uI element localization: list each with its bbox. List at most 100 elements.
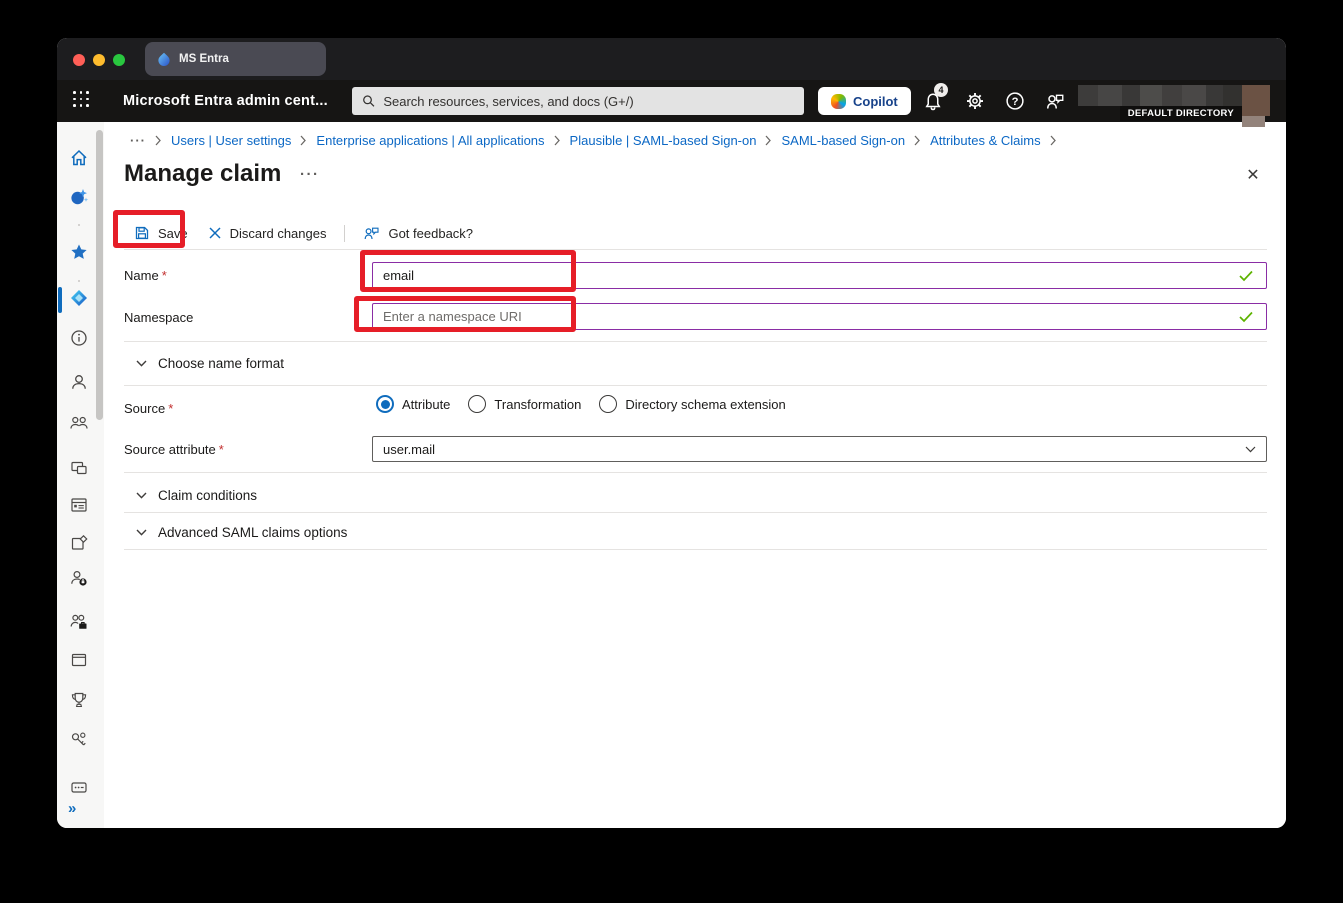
save-disk-icon xyxy=(134,225,150,241)
zoom-window-button[interactable] xyxy=(113,54,125,66)
devices-icon xyxy=(69,458,89,478)
app-title: Microsoft Entra admin cent... xyxy=(123,80,328,122)
advanced-saml-options-section[interactable]: Advanced SAML claims options xyxy=(136,520,347,544)
breadcrumb-item[interactable]: SAML-based Sign-on xyxy=(781,133,905,148)
divider xyxy=(124,249,1267,250)
radio-unselected-icon xyxy=(599,395,617,413)
macos-titlebar: MS Entra xyxy=(57,38,1286,80)
radio-transformation[interactable]: Transformation xyxy=(468,395,581,413)
sidebar-nav: » xyxy=(57,122,104,828)
discard-changes-button[interactable]: Discard changes xyxy=(198,220,337,246)
external-identities-icon xyxy=(69,612,89,632)
close-window-button[interactable] xyxy=(73,54,85,66)
divider xyxy=(124,512,1267,513)
namespace-input[interactable] xyxy=(372,303,1267,330)
section-label: Choose name format xyxy=(158,356,284,371)
sidebar-item-home[interactable] xyxy=(68,147,90,169)
chevron-down-icon xyxy=(136,492,147,499)
license-card-icon xyxy=(69,777,89,797)
feedback-person-icon xyxy=(363,225,380,241)
sidebar-item-licenses[interactable] xyxy=(68,776,90,798)
ms-entra-favicon-icon xyxy=(157,52,171,66)
divider xyxy=(124,341,1267,342)
save-button[interactable]: Save xyxy=(124,220,198,246)
global-search[interactable] xyxy=(352,87,804,115)
breadcrumb: ··· Users | User settings Enterprise app… xyxy=(130,133,1057,148)
sidebar-item-external-identities[interactable] xyxy=(68,611,90,633)
choose-name-format-section[interactable]: Choose name format xyxy=(136,351,284,375)
chevron-down-icon xyxy=(136,529,147,536)
tab-title: MS Entra xyxy=(179,53,229,65)
feedback-icon[interactable] xyxy=(1045,91,1065,111)
copilot-label: Copilot xyxy=(853,94,898,109)
directory-label: DEFAULT DIRECTORY xyxy=(1120,106,1242,121)
radio-attribute[interactable]: Attribute xyxy=(376,395,450,413)
sidebar-separator-dot xyxy=(78,280,80,282)
chevron-right-icon xyxy=(300,135,307,146)
breadcrumb-item[interactable]: Attributes & Claims xyxy=(930,133,1041,148)
breadcrumb-item[interactable]: Plausible | SAML-based Sign-on xyxy=(570,133,757,148)
home-icon xyxy=(69,148,89,168)
sidebar-scrollbar[interactable] xyxy=(96,130,103,420)
got-feedback-button[interactable]: Got feedback? xyxy=(353,220,483,246)
feedback-label: Got feedback? xyxy=(388,226,473,241)
search-icon xyxy=(362,94,375,108)
help-icon[interactable]: ? xyxy=(1005,91,1025,111)
radio-directory-schema-extension[interactable]: Directory schema extension xyxy=(599,395,785,413)
roles-admins-icon xyxy=(69,568,89,588)
section-label: Claim conditions xyxy=(158,488,257,503)
entra-id-icon xyxy=(69,288,89,308)
source-attribute-field-label: Source attribute* xyxy=(124,442,224,457)
sidebar-item-groups[interactable] xyxy=(68,412,90,434)
divider xyxy=(124,472,1267,473)
sidebar-expand-button[interactable]: » xyxy=(68,800,75,817)
minimize-window-button[interactable] xyxy=(93,54,105,66)
sidebar-item-overview[interactable] xyxy=(68,327,90,349)
sidebar-selected-indicator xyxy=(58,287,62,313)
toolbar-divider xyxy=(344,225,345,242)
chevron-down-icon xyxy=(1245,446,1256,453)
chevron-right-icon xyxy=(155,135,162,146)
source-attribute-dropdown[interactable]: user.mail xyxy=(372,436,1267,462)
sidebar-item-entra-id[interactable] xyxy=(68,287,90,309)
sidebar-item-favorites[interactable] xyxy=(68,241,90,263)
settings-gear-icon[interactable] xyxy=(965,91,985,111)
chevron-down-icon xyxy=(136,360,147,367)
waffle-menu-icon[interactable] xyxy=(73,91,93,111)
sidebar-item-devices[interactable] xyxy=(68,457,90,479)
breadcrumb-item[interactable]: Enterprise applications | All applicatio… xyxy=(316,133,544,148)
breadcrumb-item[interactable]: Users | User settings xyxy=(171,133,291,148)
sidebar-item-whats-new[interactable] xyxy=(68,186,90,208)
sidebar-item-users[interactable] xyxy=(68,371,90,393)
screen: MS Entra Microsoft Entra admin cent... C… xyxy=(0,0,1343,903)
search-input[interactable] xyxy=(383,94,794,109)
claim-conditions-section[interactable]: Claim conditions xyxy=(136,483,257,507)
discard-x-icon xyxy=(208,226,222,240)
source-radio-group: Attribute Transformation Directory schem… xyxy=(376,392,786,416)
sidebar-item-app-proxy[interactable] xyxy=(68,532,90,554)
browser-tab[interactable]: MS Entra xyxy=(145,42,326,76)
account-name-blurred xyxy=(1078,85,1243,106)
browser-window: MS Entra Microsoft Entra admin cent... C… xyxy=(57,38,1286,828)
notification-count-badge: 4 xyxy=(934,83,948,97)
name-input[interactable] xyxy=(372,262,1267,289)
valid-check-icon xyxy=(1239,311,1253,323)
valid-check-icon xyxy=(1239,270,1253,282)
breadcrumb-overflow[interactable]: ··· xyxy=(130,133,146,148)
sidebar-item-awards[interactable] xyxy=(68,689,90,711)
close-panel-icon[interactable]: ✕ xyxy=(1242,164,1264,186)
sidebar-item-billing[interactable] xyxy=(68,649,90,671)
copilot-button[interactable]: Copilot xyxy=(818,87,911,115)
namespace-field-label: Namespace xyxy=(124,310,193,325)
sidebar-item-identity-protection[interactable] xyxy=(68,729,90,751)
radio-selected-icon xyxy=(376,395,394,413)
sidebar-item-roles-admins[interactable] xyxy=(68,567,90,589)
avatar[interactable] xyxy=(1242,85,1270,116)
copilot-icon xyxy=(831,94,846,109)
title-more-button[interactable]: ··· xyxy=(300,166,320,183)
sidebar-item-applications[interactable] xyxy=(68,494,90,516)
sidebar-separator-dot xyxy=(78,224,80,226)
svg-text:?: ? xyxy=(1012,96,1019,108)
chevron-right-icon xyxy=(554,135,561,146)
command-bar: Save Discard changes Got f xyxy=(124,220,483,246)
